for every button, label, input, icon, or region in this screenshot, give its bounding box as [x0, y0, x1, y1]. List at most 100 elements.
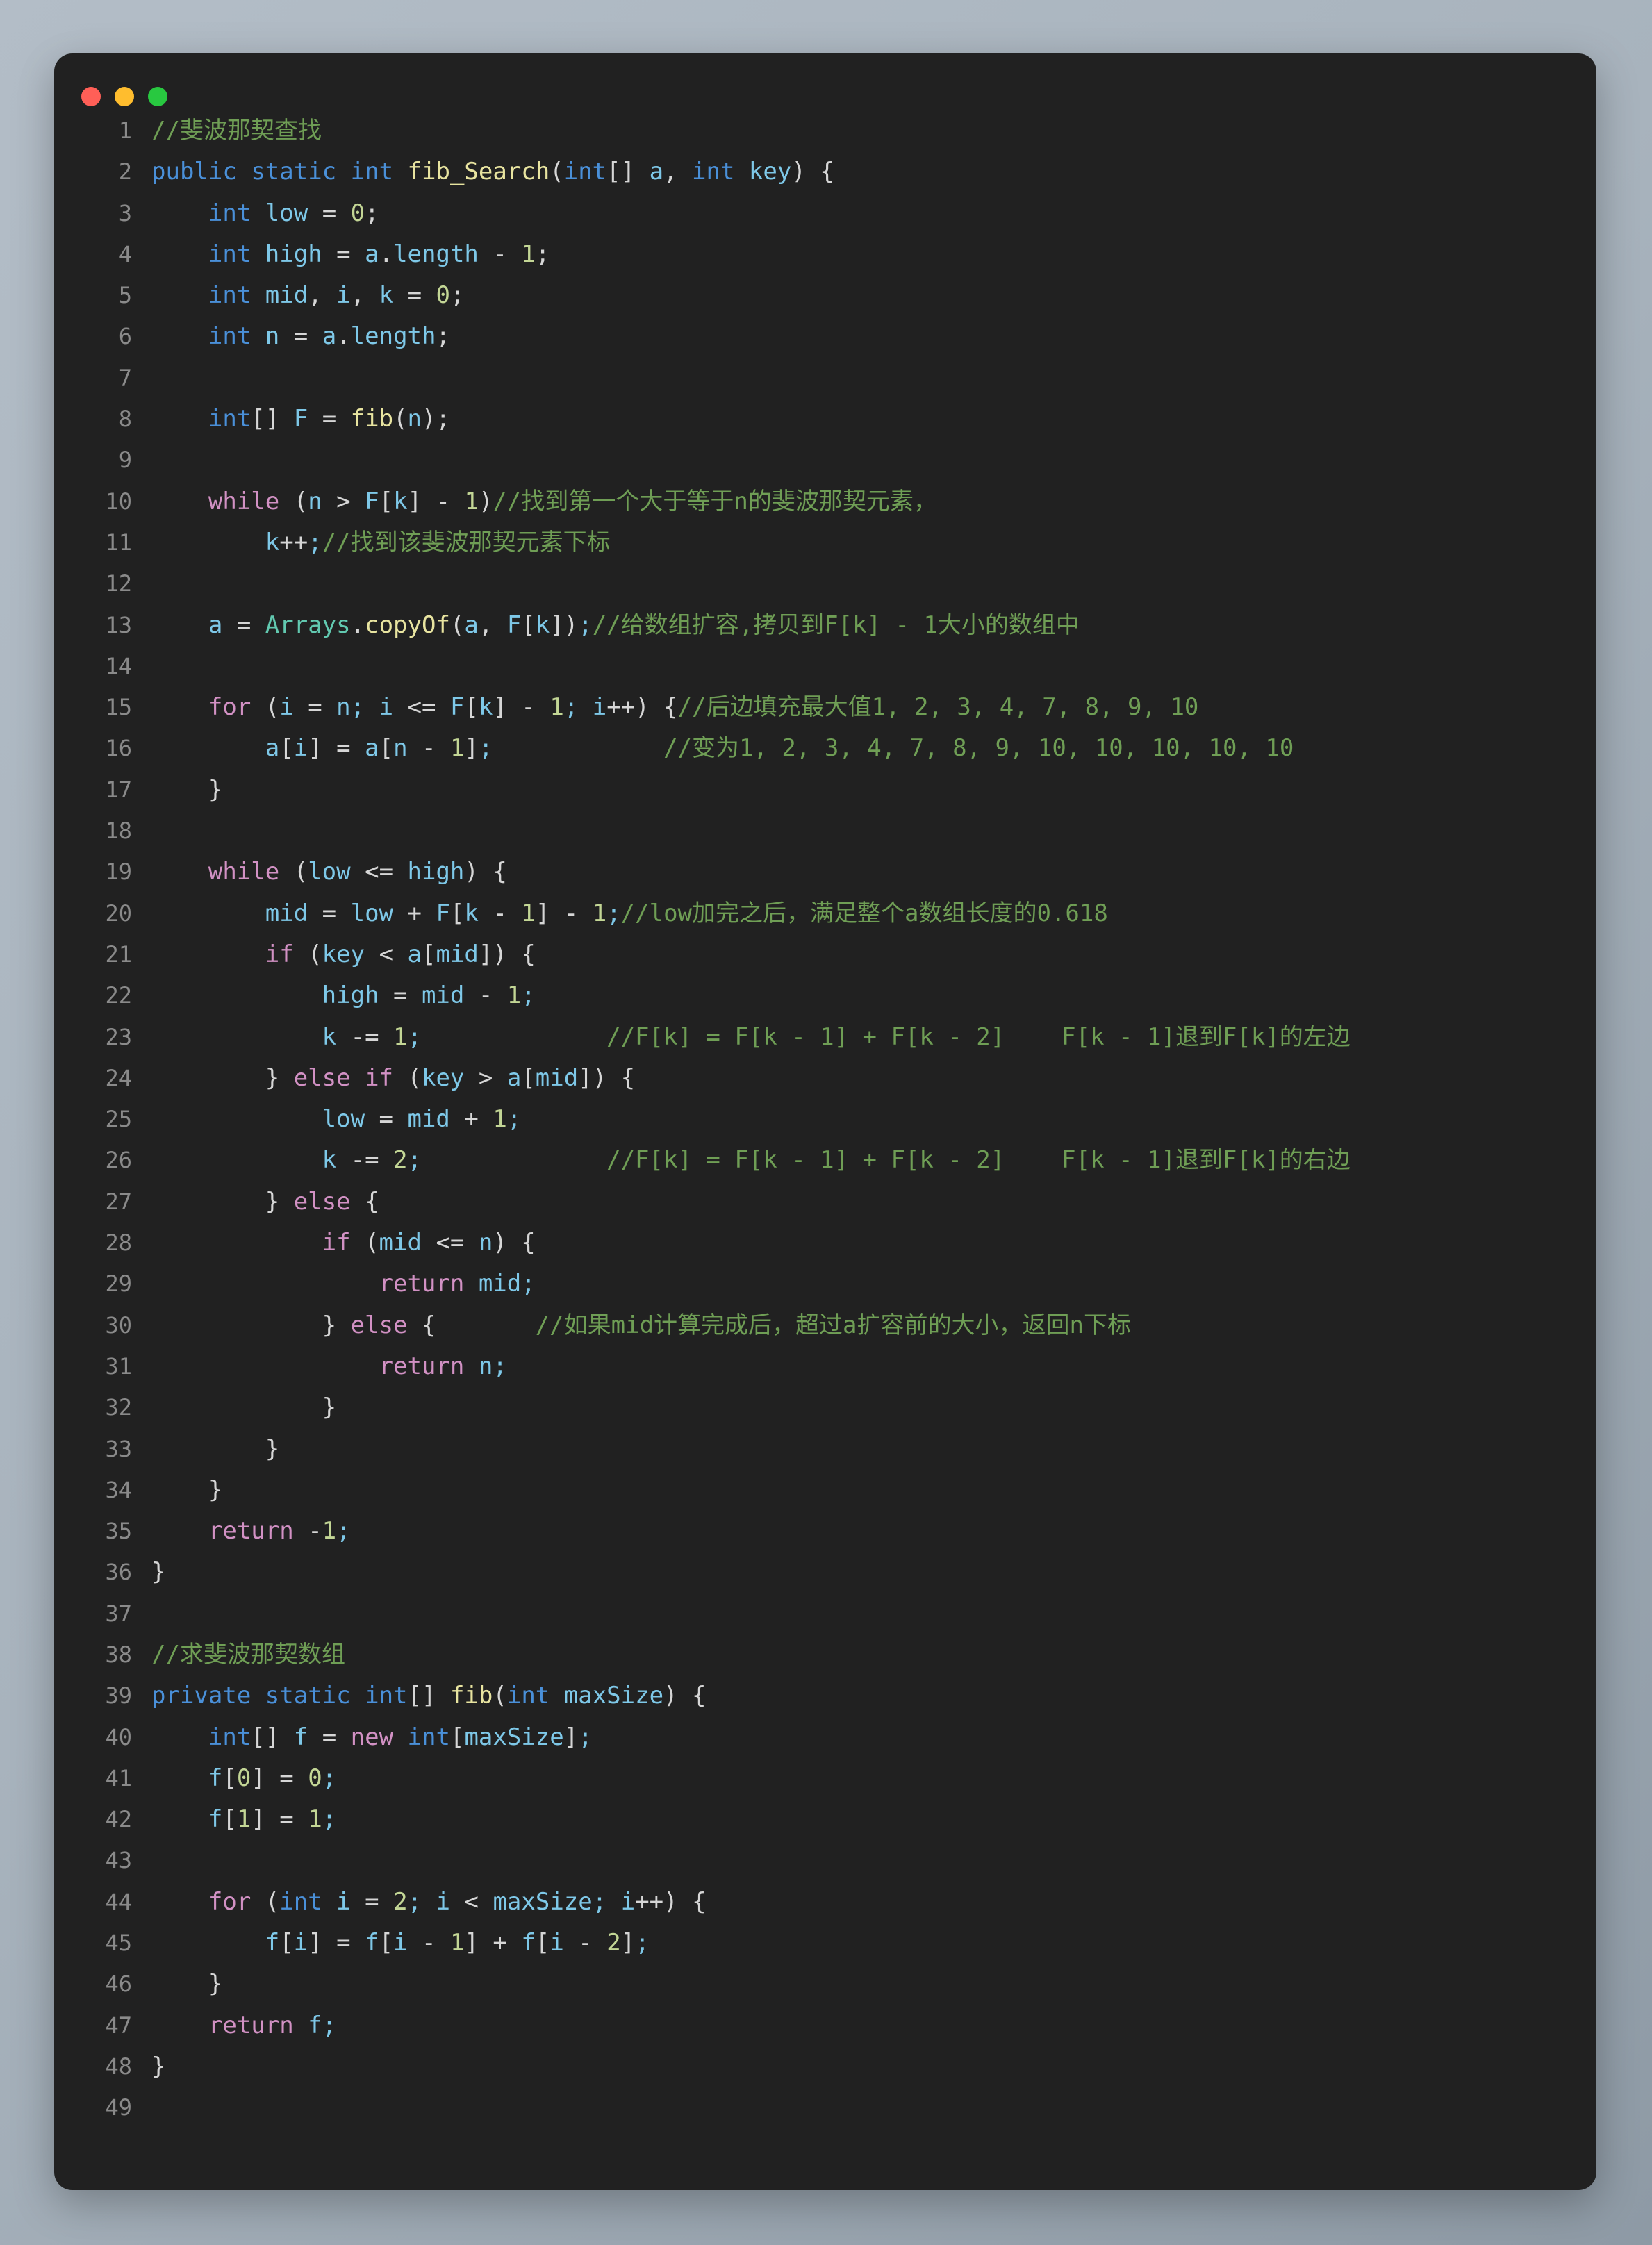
code-line[interactable]: 35 return -1;: [54, 1511, 1596, 1552]
code-line[interactable]: 15 for (i = n; i <= F[k] - 1; i++) {//后边…: [54, 687, 1596, 728]
code-token: ;: [578, 1723, 593, 1751]
code-token: f: [265, 1929, 280, 1957]
code-token: k: [535, 611, 550, 639]
code-line[interactable]: 25 low = mid + 1;: [54, 1099, 1596, 1140]
code-line-text: k++;//找到该斐波那契元素下标: [151, 522, 611, 563]
line-number: 25: [105, 1106, 132, 1133]
code-line[interactable]: 8 int[] F = fib(n);: [54, 399, 1596, 440]
code-line[interactable]: 22 high = mid - 1;: [54, 975, 1596, 1016]
code-line[interactable]: 13 a = Arrays.copyOf(a, F[k]);//给数组扩容,拷贝…: [54, 605, 1596, 646]
code-line[interactable]: 19 while (low <= high) {: [54, 852, 1596, 893]
code-line[interactable]: 49: [54, 2087, 1596, 2128]
line-number: 48: [105, 2053, 132, 2080]
code-line[interactable]: 16 a[i] = a[n - 1]; //变为1, 2, 3, 4, 7, 8…: [54, 728, 1596, 769]
code-token: 0: [308, 1764, 322, 1792]
code-token: [: [449, 1723, 465, 1751]
code-token: (: [550, 158, 564, 186]
code-token: a: [365, 240, 379, 268]
code-line[interactable]: 10 while (n > F[k] - 1)//找到第一个大于等于n的斐波那契…: [54, 481, 1596, 522]
code-line-text: //斐波那契查找: [151, 110, 322, 151]
code-token: 1: [506, 981, 522, 1010]
close-button[interactable]: [81, 87, 101, 106]
code-line[interactable]: 3 int low = 0;: [54, 193, 1596, 234]
code-line[interactable]: 33 }: [54, 1429, 1596, 1470]
code-line[interactable]: 14: [54, 646, 1596, 687]
code-line[interactable]: 36}: [54, 1552, 1596, 1593]
code-line[interactable]: 20 mid = low + F[k - 1] - 1;//low加完之后，满足…: [54, 893, 1596, 934]
code-line-text: if (mid <= n) {: [151, 1223, 536, 1264]
code-line[interactable]: 48}: [54, 2046, 1596, 2087]
code-token: key: [748, 158, 792, 186]
code-line[interactable]: 17 }: [54, 770, 1596, 811]
code-token: //变为1, 2, 3, 4, 7, 8, 9, 10, 10, 10, 10,…: [663, 734, 1294, 763]
code-line[interactable]: 40 int[] f = new int[maxSize];: [54, 1717, 1596, 1758]
code-token: ;: [407, 1146, 422, 1175]
code-token: f: [208, 1764, 223, 1792]
code-token: .: [379, 240, 394, 268]
code-token: ] -: [407, 487, 465, 515]
code-token: ;: [350, 693, 365, 722]
code-line[interactable]: 43: [54, 1840, 1596, 1881]
code-token: ]: [464, 734, 479, 763]
code-line[interactable]: 37: [54, 1593, 1596, 1634]
code-token: ]: [620, 1929, 636, 1957]
code-token: mid: [265, 281, 308, 310]
code-token: <: [365, 940, 408, 968]
window-title-bar: [54, 53, 1596, 110]
code-token: key: [421, 1063, 465, 1092]
code-line[interactable]: 45 f[i] = f[i - 1] + f[i - 2];: [54, 1923, 1596, 1964]
code-line[interactable]: 4 int high = a.length - 1;: [54, 234, 1596, 275]
code-line[interactable]: 39 private static int[] fib(int maxSize) …: [54, 1675, 1596, 1716]
code-line[interactable]: 29 return mid;: [54, 1264, 1596, 1304]
code-token: int: [692, 158, 735, 186]
code-line[interactable]: 9: [54, 440, 1596, 481]
code-line[interactable]: 11 k++;//找到该斐波那契元素下标: [54, 522, 1596, 563]
code-line[interactable]: 1 //斐波那契查找: [54, 110, 1596, 151]
code-line[interactable]: 7: [54, 358, 1596, 399]
code-token: (: [449, 611, 465, 639]
code-line[interactable]: 18: [54, 811, 1596, 852]
code-line[interactable]: 5 int mid, i, k = 0;: [54, 275, 1596, 316]
code-token: -: [293, 1517, 322, 1546]
code-token: int: [365, 1682, 408, 1710]
code-editor[interactable]: 1//斐波那契查找 2 public static int fib_Search(i…: [54, 110, 1596, 2129]
code-line[interactable]: 2 public static int fib_Search(int[] a, i…: [54, 151, 1596, 192]
line-number: 39: [105, 1682, 132, 1709]
line-number: 44: [105, 1888, 132, 1915]
code-token: 1: [493, 1105, 507, 1134]
code-line-text: }: [151, 1429, 279, 1470]
code-line[interactable]: 38 //求斐波那契数组: [54, 1634, 1596, 1675]
code-line[interactable]: 23 k -= 1; //F[k] = F[k - 1] + F[k - 2] …: [54, 1017, 1596, 1058]
code-line[interactable]: 30 } else { //如果mid计算完成后，超过a扩容前的大小，返回n下标: [54, 1305, 1596, 1346]
code-line[interactable]: 44 for (int i = 2; i < maxSize; i++) {: [54, 1882, 1596, 1923]
code-line[interactable]: 42 f[1] = 1;: [54, 1799, 1596, 1840]
code-line[interactable]: 31 return n;: [54, 1346, 1596, 1387]
code-token: ]) {: [478, 940, 536, 968]
code-line[interactable]: 32 }: [54, 1387, 1596, 1428]
code-line[interactable]: 24 } else if (key > a[mid]) {: [54, 1058, 1596, 1099]
code-line[interactable]: 21 if (key < a[mid]) {: [54, 934, 1596, 975]
code-line-text: } else { //如果mid计算完成后，超过a扩容前的大小，返回n下标: [151, 1305, 1131, 1346]
code-token: ;: [578, 611, 593, 639]
code-line[interactable]: 47 return f;: [54, 2005, 1596, 2046]
code-line[interactable]: 34 }: [54, 1470, 1596, 1511]
code-line[interactable]: 26 k -= 2; //F[k] = F[k - 1] + F[k - 2] …: [54, 1140, 1596, 1181]
code-line[interactable]: 12: [54, 563, 1596, 604]
code-line[interactable]: 28 if (mid <= n) {: [54, 1223, 1596, 1264]
code-line[interactable]: 6 int n = a.length;: [54, 316, 1596, 357]
maximize-button[interactable]: [148, 87, 167, 106]
code-token: n: [336, 693, 351, 722]
code-line-text: }: [151, 1387, 336, 1428]
code-token: low: [350, 899, 394, 927]
line-number: 22: [105, 982, 132, 1009]
code-line[interactable]: 46 }: [54, 1964, 1596, 2005]
code-line[interactable]: 41 f[0] = 0;: [54, 1758, 1596, 1799]
code-line[interactable]: 27 } else {: [54, 1182, 1596, 1223]
minimize-button[interactable]: [115, 87, 134, 106]
code-token: 0: [236, 1764, 251, 1792]
